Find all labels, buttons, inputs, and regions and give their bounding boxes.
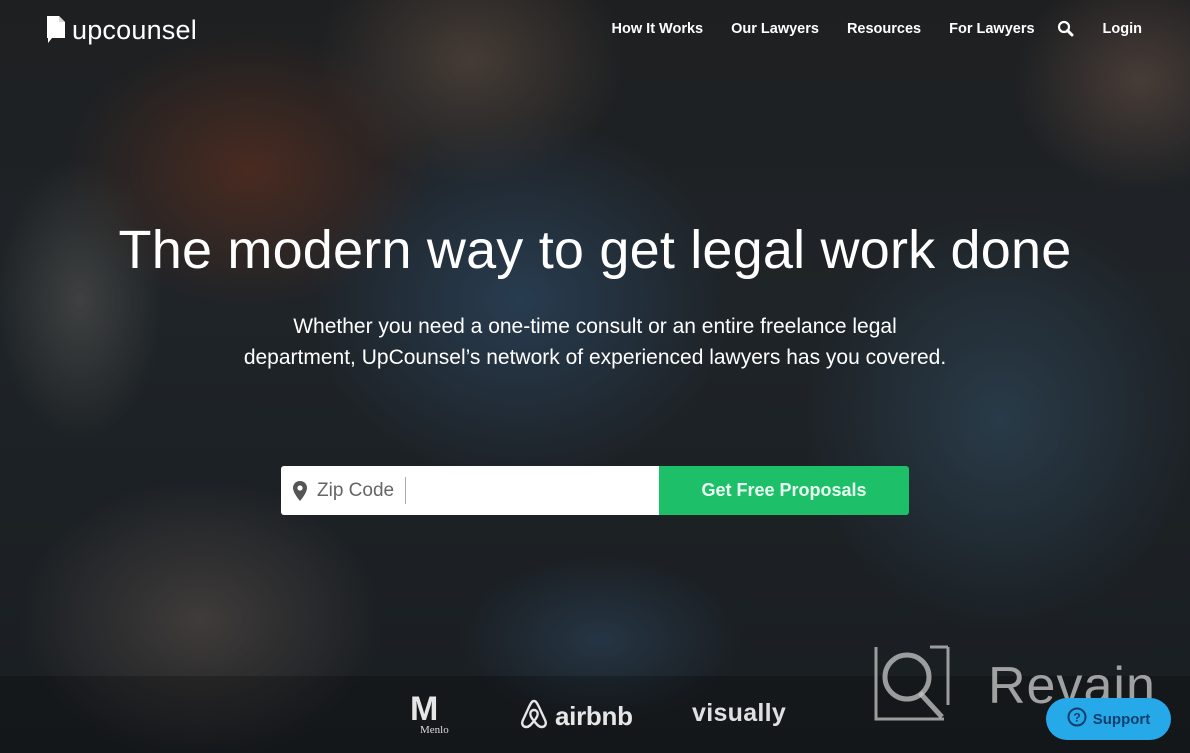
brand-name: upcounsel <box>72 15 197 45</box>
visually-logo: visually <box>692 699 787 727</box>
zip-search-form: Get Free Proposals <box>281 466 909 515</box>
map-pin-icon <box>293 480 307 501</box>
menlo-logo: M Menlo <box>410 690 460 736</box>
menlo-caption: Menlo <box>420 724 449 736</box>
search-icon[interactable] <box>1057 20 1075 38</box>
zip-code-input[interactable] <box>317 475 637 506</box>
nav-for-lawyers[interactable]: For Lawyers <box>949 21 1034 37</box>
top-nav: upcounsel How It Works Our Lawyers Resou… <box>0 0 1190 60</box>
nav-how-it-works[interactable]: How It Works <box>612 21 704 37</box>
airbnb-wordmark: airbnb <box>555 701 633 731</box>
hero-background <box>0 0 1190 753</box>
zip-field-wrapper <box>281 466 659 515</box>
brand-logo[interactable]: upcounsel <box>46 14 197 46</box>
support-label: Support <box>1092 710 1151 728</box>
get-free-proposals-button[interactable]: Get Free Proposals <box>659 466 909 515</box>
nav-links: How It Works Our Lawyers Resources For L… <box>584 20 1142 38</box>
airbnb-belo-icon <box>518 698 550 735</box>
support-button[interactable]: ? Support <box>1046 698 1171 740</box>
menlo-mark: M <box>410 690 439 728</box>
hero-headline: The modern way to get legal work done <box>118 220 1072 280</box>
svg-text:?: ? <box>1073 710 1080 724</box>
nav-resources[interactable]: Resources <box>847 21 921 37</box>
question-circle-icon: ? <box>1067 707 1087 732</box>
subheadline-line-1: Whether you need a one-time consult or a… <box>293 315 897 338</box>
text-cursor <box>405 477 406 504</box>
subheadline-line-2: department, UpCounsel’s network of exper… <box>243 346 947 369</box>
nav-login[interactable]: Login <box>1103 21 1142 37</box>
hero-subheadline: Whether you need a one-time consult or a… <box>195 311 995 373</box>
nav-our-lawyers[interactable]: Our Lawyers <box>731 21 819 37</box>
airbnb-logo: airbnb <box>518 698 633 735</box>
document-speech-icon <box>46 14 66 46</box>
revain-logo-icon <box>874 645 950 726</box>
